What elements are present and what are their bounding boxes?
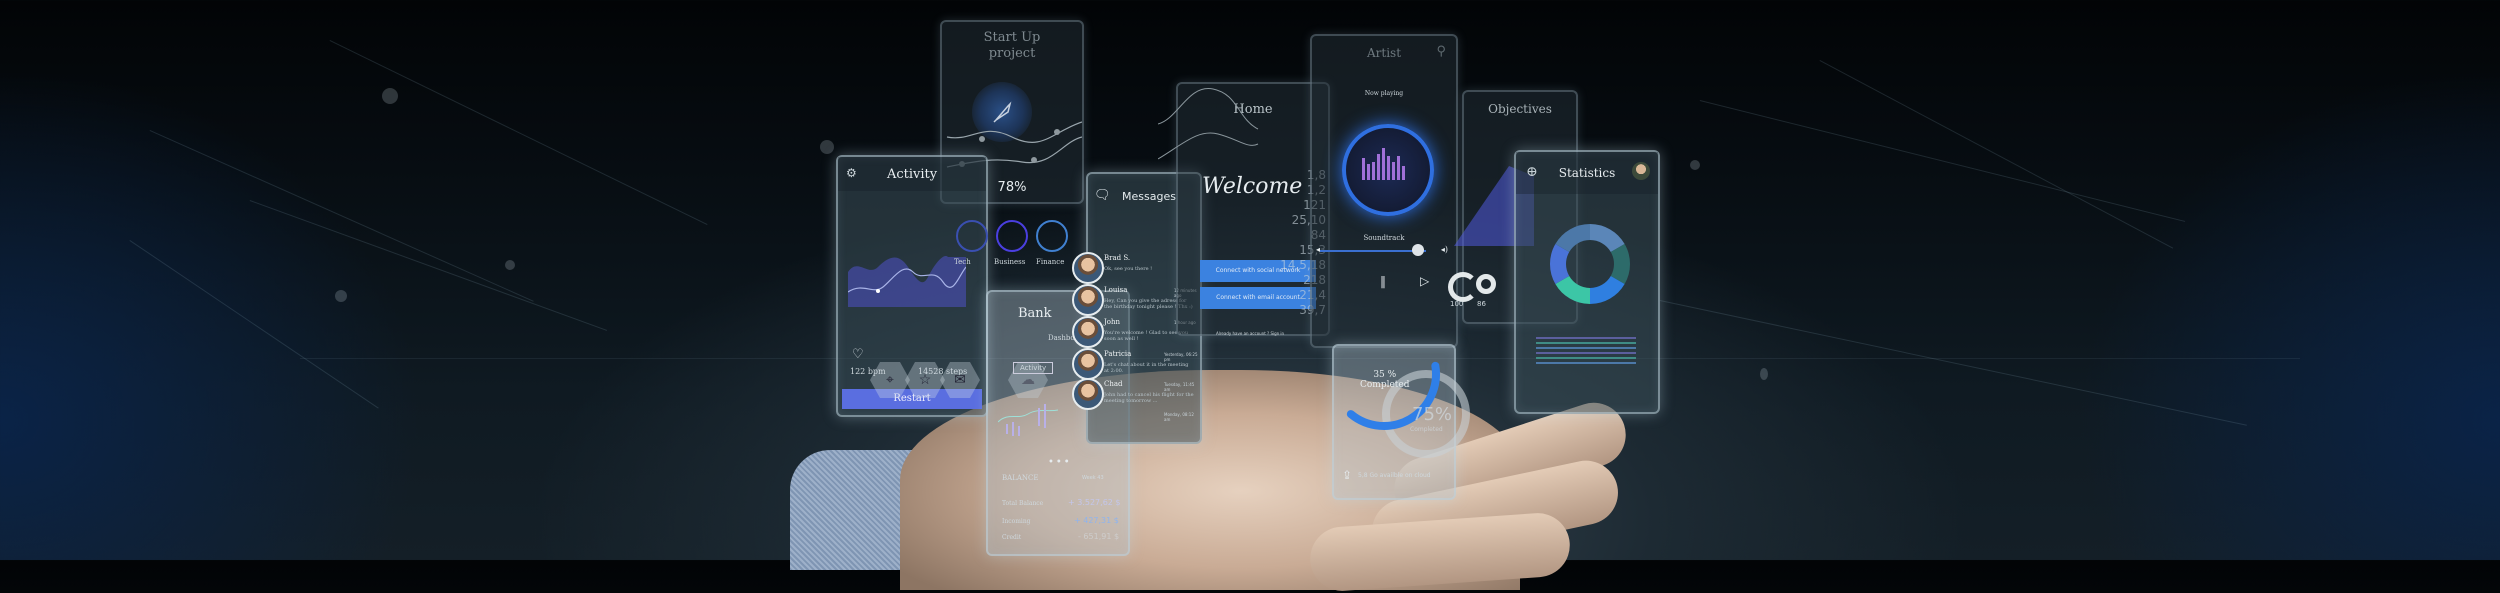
message-item[interactable]: Patricia Let's chat about it in the meeti… [1104, 350, 1194, 374]
week-label: Week 43 [1082, 475, 1104, 481]
user-avatar[interactable] [1632, 162, 1650, 180]
category-label: Tech [954, 258, 971, 266]
category-label: Business [994, 258, 1026, 266]
stat-bar [1536, 342, 1636, 344]
volume-low-icon[interactable]: ◂ [1316, 245, 1320, 254]
ring-finance [1036, 220, 1068, 252]
data-point [979, 136, 985, 142]
now-playing-label: Now playing [1364, 90, 1404, 97]
bokeh-dot [382, 88, 398, 104]
artist-panel[interactable]: Artist ⚲ Now playing Soundtrack ◂ ◂) ‖ ▷ [1310, 34, 1458, 348]
ring-86-label: 86 [1477, 300, 1486, 308]
network-line [1819, 60, 2174, 249]
incoming-label: Incoming [1002, 518, 1031, 525]
stat-bar [1536, 337, 1636, 339]
tab-activity[interactable]: Activity [1013, 362, 1054, 374]
cloud-upload-icon: ⇪ [1342, 468, 1353, 482]
network-line [149, 130, 534, 302]
total-balance-value: + 3.527,62 $ [1068, 498, 1121, 507]
statistics-panel[interactable]: ⊕ Statistics [1514, 150, 1660, 414]
search-icon[interactable]: ⚲ [1436, 44, 1446, 59]
home-decor-lines [1158, 88, 1259, 160]
avatar[interactable] [1072, 378, 1104, 410]
credit-label: Credit [1002, 534, 1022, 541]
artist-title: Artist [1366, 46, 1402, 60]
statistics-bars [1536, 334, 1636, 367]
bokeh-dot [505, 260, 515, 270]
completion-panel[interactable]: 35 % Completed 75% Completed ⇪ 5,8 Go av… [1332, 344, 1470, 500]
total-balance-label: Total Balance [1002, 500, 1044, 507]
bank-mini-chart [998, 404, 1058, 436]
network-line [129, 240, 379, 409]
cloud-storage-text: 5,8 Go availble on cloud [1358, 472, 1431, 479]
ring-86 [1476, 274, 1496, 294]
data-point [1054, 129, 1060, 135]
category-label: Finance [1036, 258, 1065, 266]
pause-icon[interactable]: ‖ [1380, 274, 1386, 288]
track-title: Soundtrack [1363, 234, 1405, 242]
bokeh-dot [335, 290, 347, 302]
objectives-title: Objectives [1488, 102, 1552, 116]
ring-business [996, 220, 1028, 252]
completion-a: 35 % Completed [1360, 370, 1410, 390]
incoming-value: + 427,31 $ [1074, 516, 1119, 525]
heart-icon: ♡ [852, 347, 864, 362]
category-rings: Tech Business Finance [944, 210, 1074, 280]
equalizer-icon [1362, 148, 1405, 180]
stat-bar [1536, 357, 1636, 359]
volume-handle[interactable] [1412, 244, 1424, 256]
volume-slider[interactable] [1320, 250, 1426, 252]
avatar[interactable] [1072, 316, 1104, 348]
completion-a-label: Completed [1360, 380, 1410, 390]
data-point [876, 289, 880, 293]
bokeh-dot [820, 140, 834, 154]
bokeh-dot [1690, 160, 1700, 170]
avatar[interactable] [1072, 284, 1104, 316]
completion-b-label: Completed [1410, 426, 1443, 433]
activity-title: Activity [886, 167, 938, 182]
play-icon[interactable]: ▷ [1420, 274, 1429, 288]
completion-b-value: 75% [1412, 404, 1453, 425]
avatar[interactable] [1072, 348, 1104, 380]
series-line [946, 121, 1082, 143]
chat-icon: 🗨 [1094, 188, 1111, 203]
visualizer-disc [1342, 124, 1434, 216]
message-time: Monday, 08:12 am [1164, 412, 1194, 422]
ring-100 [1448, 272, 1478, 302]
statistics-donut-chart [1550, 224, 1630, 304]
stat-bar [1536, 352, 1636, 354]
network-line [1699, 100, 2186, 222]
message-item[interactable]: Chad John had to cancel his flight for th… [1104, 380, 1194, 404]
startup-title: Start Up project [983, 30, 1041, 61]
stat-bar [1536, 362, 1636, 364]
data-point [1031, 157, 1037, 163]
ring-tech [956, 220, 988, 252]
avatar[interactable] [1072, 252, 1104, 284]
completion-a-value: 35 % [1373, 370, 1397, 380]
balance-label: BALANCE [1002, 474, 1039, 482]
ring-100-label: 100 [1450, 300, 1464, 308]
stat-bar [1536, 347, 1636, 349]
messages-title: Messages [1122, 190, 1176, 203]
credit-value: - 651,91 $ [1078, 532, 1120, 541]
more-dots[interactable]: ••• [1048, 457, 1072, 468]
bokeh-dot [1760, 368, 1768, 380]
volume-high-icon[interactable]: ◂) [1441, 245, 1448, 254]
network-line [329, 40, 708, 226]
network-line [249, 200, 608, 331]
network-line [1659, 300, 2247, 426]
signin-link[interactable]: Already have an account ? Sign in [1216, 331, 1284, 336]
